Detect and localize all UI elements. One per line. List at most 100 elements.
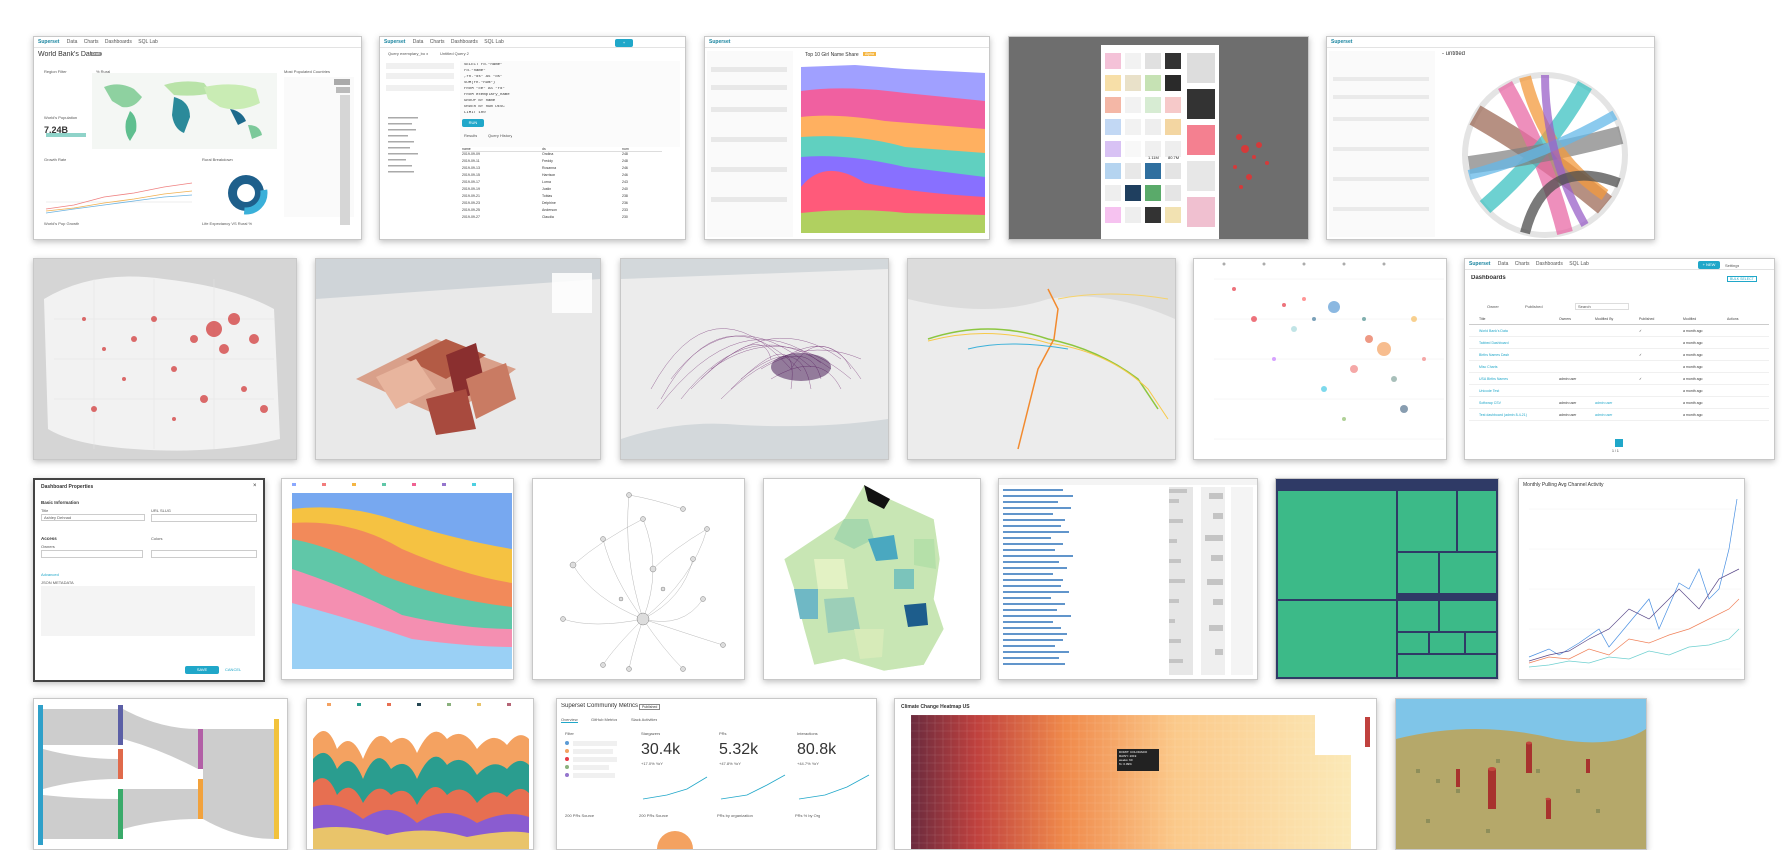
tile-treemap[interactable]: [1275, 478, 1499, 680]
owners-select[interactable]: [41, 550, 143, 558]
nav-item-dashboards[interactable]: Dashboards: [1536, 261, 1563, 267]
tile-girl-name-share[interactable]: Superset Top 10 Girl Name Share Alpha: [704, 36, 990, 240]
tile-climate-heatmap[interactable]: Climate Change Heatmap US DOMIT: COLORAD…: [894, 698, 1377, 850]
results-tab[interactable]: Results: [464, 133, 477, 138]
cell: Claudia: [542, 215, 554, 219]
modified-cell: a month ago: [1683, 400, 1703, 405]
tile-sf-scatter-map[interactable]: [33, 258, 297, 460]
table-row[interactable]: Test dashboard (admin 8-4-21) admin user a…: [1469, 409, 1769, 421]
search-input[interactable]: Search: [1575, 303, 1629, 310]
tile-chart-gallery[interactable]: 1.11M 80.7M: [1008, 36, 1309, 240]
column-header[interactable]: Modified: [1683, 317, 1727, 324]
tab-github-metrics[interactable]: GitHub Metrics: [591, 717, 617, 722]
cancel-button[interactable]: CANCEL: [225, 667, 241, 672]
map-scatter: [34, 259, 296, 459]
tile-table-bars[interactable]: [998, 478, 1258, 680]
page-button[interactable]: [1615, 439, 1623, 447]
tile-world-bank-dashboard[interactable]: Superset Data Charts Dashboards SQL Lab …: [33, 36, 362, 240]
tile-sql-lab[interactable]: Superset Data Charts Dashboards SQL Lab …: [379, 36, 686, 240]
settings-menu[interactable]: Settings: [1725, 263, 1739, 268]
table-row[interactable]: Softwrap CSV admin user admin user a month …: [1469, 397, 1769, 409]
nav-item-charts[interactable]: Charts: [1515, 261, 1530, 267]
section-access: Access: [41, 536, 57, 541]
column-header[interactable]: Published: [1639, 317, 1683, 324]
cell: Anderson: [542, 208, 557, 212]
json-metadata-editor[interactable]: [41, 586, 255, 636]
dashboard-link[interactable]: Softwrap CSV: [1469, 401, 1559, 405]
cell: 2019-09-23: [462, 201, 480, 205]
query-history-tab[interactable]: Query History: [488, 133, 512, 138]
cell: 233: [622, 208, 628, 212]
card-title: PRs by organization: [717, 813, 753, 818]
column-header[interactable]: Modified By: [1595, 317, 1639, 324]
filter-owner[interactable]: Owner: [1487, 304, 1499, 309]
table-row[interactable]: Births Names Dash ✓ a month ago: [1469, 349, 1769, 361]
nav-item-charts[interactable]: Charts: [430, 39, 445, 45]
treemap-chart: [1276, 479, 1498, 679]
tab-overview[interactable]: Overview: [561, 717, 578, 723]
title-input[interactable]: Ashley Dehnad: [41, 514, 145, 521]
nav-item-sql-lab[interactable]: SQL Lab: [484, 39, 504, 45]
tooltip-line: %: 0.09%: [1119, 762, 1132, 766]
modified-cell: a month ago: [1683, 376, 1703, 381]
nav-item-data[interactable]: Data: [1498, 261, 1509, 267]
tile-arc-map[interactable]: [620, 258, 889, 460]
tile-sankey[interactable]: [33, 698, 288, 850]
nav-item-dashboards[interactable]: Dashboards: [451, 39, 478, 45]
tile-streamgraph[interactable]: [306, 698, 534, 850]
dashboard-link[interactable]: Births Names Dash: [1469, 353, 1559, 357]
tile-3d-extrusion-map[interactable]: [315, 258, 601, 460]
tile-france-choropleth[interactable]: [763, 478, 981, 680]
json-metadata-label: JSON METADATA: [41, 580, 74, 585]
tile-3d-column-map[interactable]: [1395, 698, 1647, 850]
dashboard-link[interactable]: USA Births Names: [1469, 377, 1559, 381]
table-row[interactable]: Unicode Test a month ago: [1469, 385, 1769, 397]
tile-monthly-pulse[interactable]: Monthly Pulling Avg Channel Activity: [1518, 478, 1745, 680]
nav-item-sql-lab[interactable]: SQL Lab: [1569, 261, 1589, 267]
table-row[interactable]: USA Births Names admin user ✓ a month ago: [1469, 373, 1769, 385]
tile-community-metrics[interactable]: Superset Community Metrics Published Ove…: [556, 698, 877, 850]
tile-dashboards-list[interactable]: Superset Data Charts Dashboards SQL Lab …: [1464, 258, 1775, 460]
tile-force-graph[interactable]: [532, 478, 745, 680]
query-tab-2[interactable]: Untitled Query 2: [440, 51, 469, 56]
cell: 243: [622, 180, 628, 184]
tab-slack-activities[interactable]: Slack Activities: [631, 717, 657, 722]
column-header[interactable]: Owners: [1559, 317, 1595, 324]
dashboard-link[interactable]: Unicode Test: [1469, 389, 1559, 393]
table-row[interactable]: Misc Charts a month ago: [1469, 361, 1769, 373]
tile-dashboard-properties-modal[interactable]: Dashboard Properties × Basic Information…: [33, 478, 265, 682]
metric-card-stargazers: Stargazers 30.4k +17.0% YoY: [639, 729, 709, 789]
new-button[interactable]: +: [615, 39, 633, 47]
filter-published[interactable]: Published: [1525, 304, 1543, 309]
save-button[interactable]: SAVE: [185, 666, 219, 674]
table-row[interactable]: World Bank's Data ✓ a month ago: [1469, 325, 1769, 337]
nav-item-data[interactable]: Data: [413, 39, 424, 45]
tile-chord-diagram[interactable]: Superset - untitled: [1326, 36, 1655, 240]
url-slug-input[interactable]: [151, 514, 257, 522]
tile-bubble-chart[interactable]: [1193, 258, 1447, 460]
dashboard-link[interactable]: Tabbed Dashboard: [1469, 341, 1559, 345]
colors-select[interactable]: [151, 550, 257, 558]
advanced-toggle[interactable]: Advanced: [41, 572, 59, 577]
run-button[interactable]: RUN: [462, 119, 484, 127]
page-title: Dashboards: [1471, 275, 1506, 281]
metric-label: PRs: [719, 731, 727, 736]
tile-path-map[interactable]: [907, 258, 1176, 460]
modified-by-cell[interactable]: admin user: [1595, 401, 1639, 405]
cell: Harrison: [542, 173, 556, 177]
bulk-select-button[interactable]: BULK SELECT: [1727, 276, 1757, 282]
stacked-area-chart: [292, 483, 512, 669]
sql-line: GROUP BY name: [464, 99, 496, 103]
dashboard-link[interactable]: World Bank's Data: [1469, 329, 1559, 333]
cell: 248: [622, 159, 628, 163]
column-header[interactable]: Title: [1469, 317, 1559, 324]
table-row[interactable]: Tabbed Dashboard a month ago: [1469, 337, 1769, 349]
tile-stacked-area-smooth[interactable]: [281, 478, 514, 680]
modified-by-cell[interactable]: admin user: [1595, 413, 1639, 417]
query-tab-active[interactable]: Query exemplary_bo x: [388, 51, 428, 56]
dashboard-link[interactable]: Test dashboard (admin 8-4-21): [1469, 413, 1559, 417]
close-icon[interactable]: ×: [253, 483, 257, 489]
modified-cell: a month ago: [1683, 340, 1703, 345]
new-button[interactable]: + NEW: [1698, 261, 1720, 269]
dashboard-link[interactable]: Misc Charts: [1469, 365, 1559, 369]
